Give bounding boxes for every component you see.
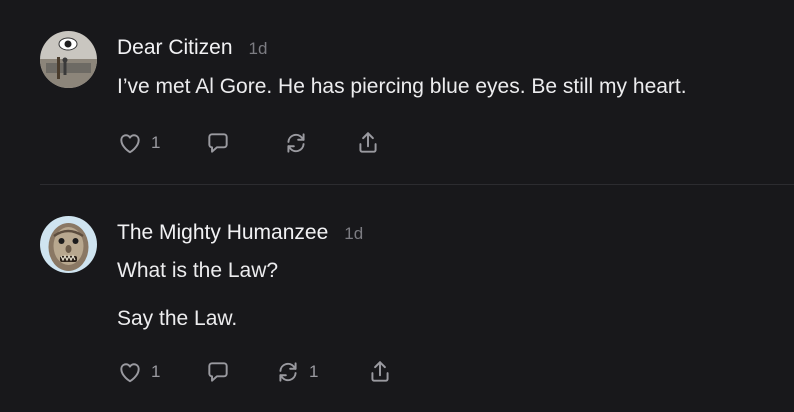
share-icon (367, 359, 393, 385)
comment: Dear Citizen 1d I’ve met Al Gore. He has… (0, 0, 794, 184)
author-name[interactable]: Dear Citizen (117, 36, 233, 60)
comment-text: I’ve met Al Gore. He has piercing blue e… (117, 75, 687, 98)
heart-icon (117, 359, 143, 385)
restack-icon (283, 130, 309, 156)
comment: The Mighty Humanzee 1d What is the Law? … (0, 185, 794, 412)
share-icon (355, 130, 381, 156)
reply-button[interactable] (205, 130, 283, 156)
restack-count: 1 (309, 362, 319, 381)
comment-bubble-icon (205, 359, 231, 385)
like-button[interactable]: 1 (117, 130, 205, 156)
comment-bubble-icon (205, 130, 231, 156)
like-count: 1 (151, 133, 161, 152)
restack-button[interactable]: 1 (275, 359, 367, 385)
comment-header: The Mighty Humanzee 1d (117, 221, 363, 245)
restack-button[interactable] (283, 130, 355, 156)
timestamp[interactable]: 1d (344, 224, 363, 244)
comment-actions: 1 (117, 128, 381, 158)
timestamp[interactable]: 1d (249, 39, 268, 59)
avatar[interactable] (40, 31, 97, 88)
comment-text: Say the Law. (117, 307, 238, 330)
like-count: 1 (151, 362, 161, 381)
share-button[interactable] (355, 130, 381, 156)
comment-text: What is the Law? (117, 259, 279, 282)
avatar-image (40, 216, 97, 273)
author-name[interactable]: The Mighty Humanzee (117, 221, 328, 245)
share-button[interactable] (367, 359, 393, 385)
avatar-image (40, 31, 97, 88)
heart-icon (117, 130, 143, 156)
restack-icon (275, 359, 301, 385)
reply-button[interactable] (205, 359, 275, 385)
comment-header: Dear Citizen 1d (117, 36, 267, 60)
avatar[interactable] (40, 216, 97, 273)
comment-actions: 1 1 (117, 357, 393, 387)
like-button[interactable]: 1 (117, 359, 205, 385)
